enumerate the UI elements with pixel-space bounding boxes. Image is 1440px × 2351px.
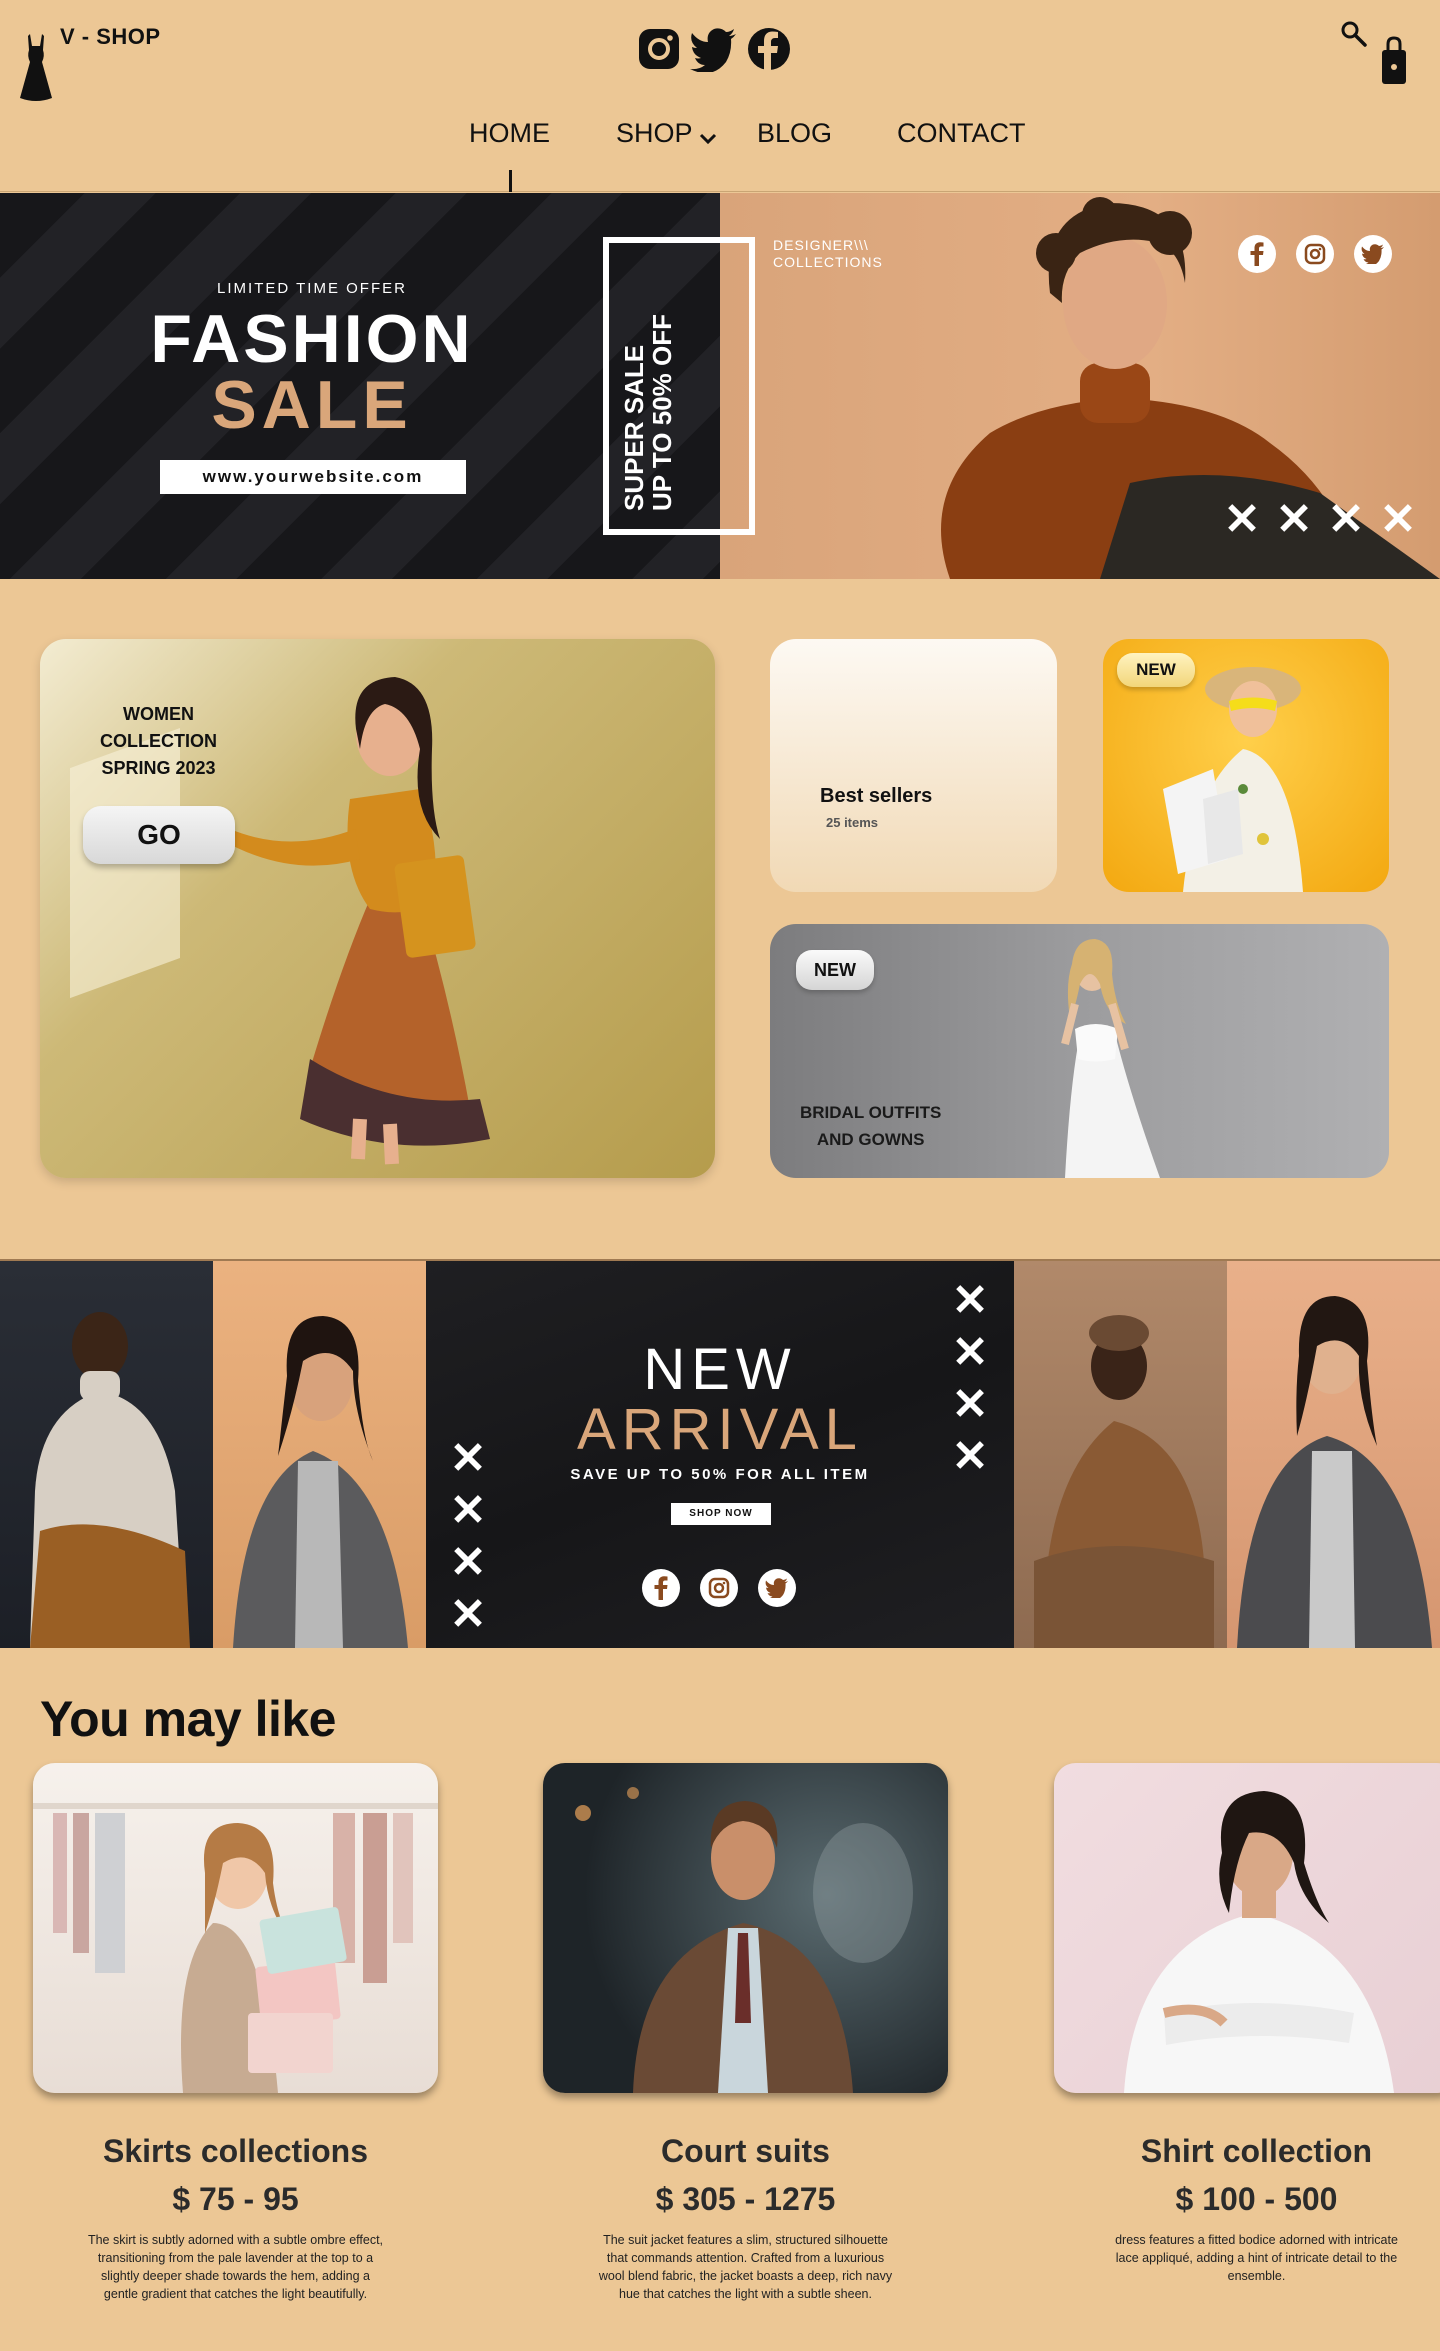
product-card[interactable]: Shirt collection $ 100 - 500 dress featu… bbox=[1054, 1763, 1440, 2283]
new-badge: NEW bbox=[1117, 653, 1195, 687]
nav-active-indicator bbox=[509, 170, 512, 192]
header-social-links bbox=[636, 26, 792, 72]
product-card[interactable]: Court suits $ 305 - 1275 The suit jacket… bbox=[543, 1763, 948, 2301]
facebook-icon[interactable] bbox=[642, 1569, 680, 1607]
promo-women-collection[interactable]: WOMEN COLLECTION SPRING 2023 GO bbox=[40, 639, 715, 1178]
product-image[interactable] bbox=[1054, 1763, 1440, 2093]
hero-website-url[interactable]: www.yourwebsite.com bbox=[160, 460, 466, 494]
brand-logo[interactable]: V - SHOP bbox=[14, 20, 174, 110]
promo-new-shopping[interactable]: NEW bbox=[1103, 639, 1389, 892]
cross-decor-icon: ✕ bbox=[951, 1328, 989, 1377]
arrival-decor-crosses-right: ✕ ✕ ✕ ✕ bbox=[950, 1276, 990, 1481]
best-sellers-count: 25 items bbox=[826, 815, 879, 830]
hero-designer-line2: COLLECTIONS bbox=[773, 254, 883, 270]
hero-banner[interactable]: LIMITED TIME OFFER FASHION SALE www.your… bbox=[0, 193, 1440, 579]
cross-decor-icon: ✕ bbox=[1379, 495, 1417, 544]
hero-social-links bbox=[1238, 235, 1392, 273]
product-name[interactable]: Court suits bbox=[543, 2133, 948, 2170]
arrival-model-2-image bbox=[213, 1261, 426, 1648]
shopping-bag-icon[interactable] bbox=[1380, 36, 1408, 86]
search-icon[interactable] bbox=[1340, 20, 1368, 48]
cross-decor-icon: ✕ bbox=[951, 1432, 989, 1481]
arrival-center-panel: NEW ARRIVAL SAVE UP TO 50% FOR ALL ITEM … bbox=[426, 1261, 1014, 1648]
hero-fashion-text: FASHION bbox=[150, 301, 474, 377]
hero-super-sale: SUPER SALE bbox=[619, 344, 649, 511]
you-may-like-title: You may like bbox=[40, 1691, 336, 1747]
hero-decor-crosses: ✕ ✕ ✕ ✕ bbox=[1222, 495, 1418, 544]
new-badge: NEW bbox=[796, 950, 874, 990]
arrival-model-3-image bbox=[1014, 1261, 1227, 1648]
cross-decor-icon: ✕ bbox=[449, 1486, 487, 1535]
new-arrival-banner[interactable]: NEW ARRIVAL SAVE UP TO 50% FOR ALL ITEM … bbox=[0, 1259, 1440, 1648]
bridal-line1: BRIDAL OUTFITS bbox=[800, 1103, 942, 1122]
nav-shop-label: SHOP bbox=[616, 118, 693, 148]
cross-decor-icon: ✕ bbox=[1223, 495, 1261, 544]
facebook-icon[interactable] bbox=[1238, 235, 1276, 273]
product-price: $ 75 - 95 bbox=[172, 2181, 299, 2217]
women-line1: WOMEN bbox=[123, 704, 194, 724]
cross-decor-icon: ✕ bbox=[951, 1380, 989, 1429]
cross-decor-icon: ✕ bbox=[449, 1538, 487, 1587]
instagram-icon[interactable] bbox=[700, 1569, 738, 1607]
promo-bridal-outfits[interactable]: NEW BRIDAL OUTFITS AND GOWNS bbox=[770, 924, 1389, 1178]
facebook-icon[interactable] bbox=[746, 26, 792, 72]
chevron-down-icon bbox=[699, 133, 716, 144]
arrival-arrival-text: ARRIVAL bbox=[577, 1397, 863, 1462]
bridal-outfits-text: BRIDAL OUTFITS AND GOWNS bbox=[800, 1099, 941, 1153]
main-nav: HOME SHOP BLOG CONTACT bbox=[0, 118, 1440, 158]
hero-up-to: UP TO 50% OFF bbox=[647, 314, 677, 511]
cross-decor-icon: ✕ bbox=[1275, 495, 1313, 544]
arrival-model-1-image bbox=[0, 1261, 213, 1648]
twitter-icon[interactable] bbox=[758, 1569, 796, 1607]
nav-contact[interactable]: CONTACT bbox=[897, 118, 1026, 149]
arrival-new-text: NEW bbox=[643, 1337, 797, 1402]
product-image[interactable] bbox=[543, 1763, 948, 2093]
instagram-icon[interactable] bbox=[636, 26, 682, 72]
instagram-icon[interactable] bbox=[1296, 235, 1334, 273]
women-line2: COLLECTION bbox=[100, 731, 217, 751]
cross-decor-icon: ✕ bbox=[951, 1276, 989, 1325]
twitter-icon[interactable] bbox=[690, 26, 738, 72]
hero-designer-text: DESIGNER\\\ COLLECTIONS bbox=[773, 237, 883, 271]
hero-model-panel: DESIGNER\\\ COLLECTIONS ✕ ✕ ✕ ✕ bbox=[720, 193, 1440, 579]
product-price: $ 305 - 1275 bbox=[655, 2181, 836, 2217]
twitter-icon[interactable] bbox=[1354, 235, 1392, 273]
shop-now-button[interactable]: SHOP NOW bbox=[671, 1503, 771, 1525]
product-description: The suit jacket features a slim, structu… bbox=[598, 2233, 893, 2301]
nav-blog[interactable]: BLOG bbox=[757, 118, 832, 149]
go-button[interactable]: GO bbox=[83, 806, 235, 864]
product-description: dress features a fitted bodice adorned w… bbox=[1115, 2233, 1398, 2283]
product-description: The skirt is subtly adorned with a subtl… bbox=[87, 2233, 384, 2301]
cross-decor-icon: ✕ bbox=[1327, 495, 1365, 544]
arrival-save-text: SAVE UP TO 50% FOR ALL ITEM bbox=[570, 1466, 870, 1483]
product-card[interactable]: Skirts collections $ 75 - 95 The skirt i… bbox=[33, 1763, 438, 2301]
arrival-model-4-image bbox=[1227, 1261, 1440, 1648]
cross-decor-icon: ✕ bbox=[449, 1434, 487, 1483]
bridal-line2: AND GOWNS bbox=[816, 1130, 925, 1149]
hero-vertical-offer: SUPER SALE UP TO 50% OFF bbox=[619, 231, 677, 511]
product-name[interactable]: Shirt collection bbox=[1054, 2133, 1440, 2170]
women-line3: SPRING 2023 bbox=[101, 758, 216, 778]
cross-decor-icon: ✕ bbox=[449, 1590, 487, 1639]
nav-shop[interactable]: SHOP bbox=[616, 118, 717, 149]
hero-limited-text: LIMITED TIME OFFER bbox=[217, 280, 407, 297]
arrival-decor-crosses-left: ✕ ✕ ✕ ✕ bbox=[448, 1434, 488, 1639]
dress-logo-icon bbox=[20, 34, 52, 101]
nav-home[interactable]: HOME bbox=[469, 118, 550, 149]
hero-sale-text: SALE bbox=[211, 367, 413, 443]
site-header: V - SHOP HOME SHOP BLOG CONTACT bbox=[0, 0, 1440, 192]
best-sellers-title: Best sellers bbox=[820, 785, 933, 807]
women-collection-text: WOMEN COLLECTION SPRING 2023 bbox=[100, 701, 217, 782]
hero-designer-line1: DESIGNER\\\ bbox=[773, 237, 869, 253]
promo-best-sellers[interactable]: Best sellers 25 items bbox=[770, 639, 1057, 892]
arrival-social-links bbox=[642, 1569, 796, 1607]
product-image[interactable] bbox=[33, 1763, 438, 2093]
product-name[interactable]: Skirts collections bbox=[33, 2133, 438, 2170]
product-price: $ 100 - 500 bbox=[1175, 2181, 1338, 2217]
brand-name: V - SHOP bbox=[60, 24, 161, 49]
